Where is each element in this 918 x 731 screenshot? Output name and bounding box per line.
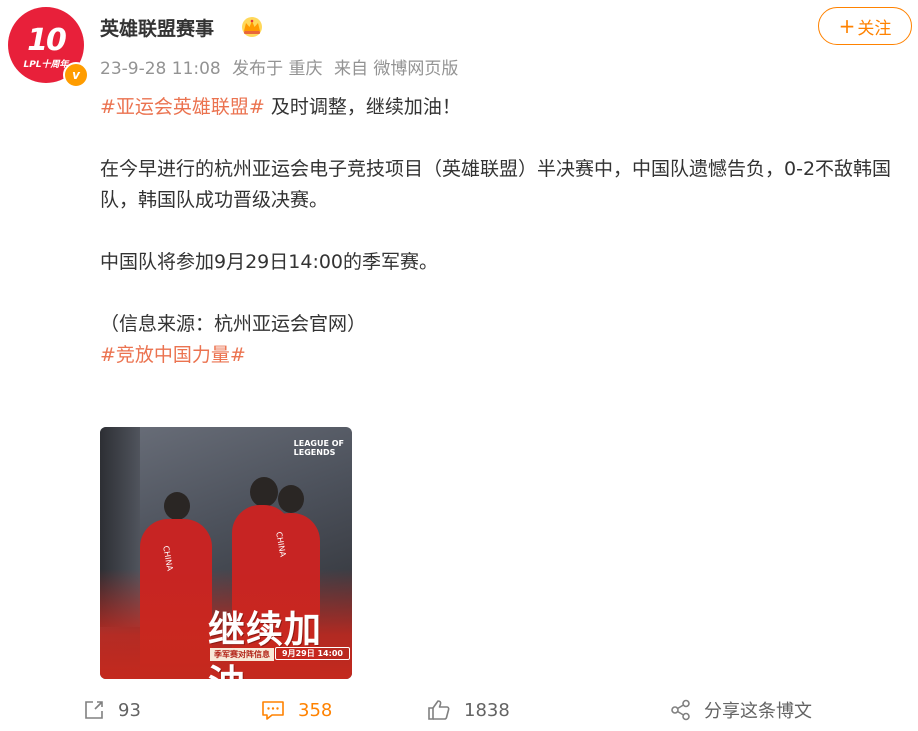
image-tag-left: 季军赛对阵信息 [210,648,274,661]
post-location: 发布于 重庆 [232,59,323,79]
hashtag-link[interactable]: #竞放中国力量# [100,344,246,366]
account-name[interactable]: 英雄联盟赛事 [100,14,214,41]
repost-button[interactable]: 93 [82,690,141,730]
post-image[interactable]: CHINA CHINA LEAGUE OF LEGENDS 继续加油 季军赛对阵… [100,427,352,679]
league-of-legends-logo: LEAGUE OF LEGENDS [294,439,344,457]
source-note: （信息来源：杭州亚运会官网） [100,313,367,335]
image-title: 继续加油 [208,608,322,679]
crown-icon[interactable] [239,16,265,38]
comment-icon [262,701,284,720]
verified-badge-icon: v [63,62,89,88]
player-head [278,485,304,513]
post-timestamp[interactable]: 23-9-28 11:08 [100,59,221,79]
share-icon [671,699,690,721]
image-tag-right: 9月29日 14:00 [275,647,350,660]
player-head [250,477,278,507]
avatar-logo-text: 10 [27,23,67,58]
share-post-button[interactable]: 分享这条博文 [670,690,812,730]
plus-icon: + [838,14,856,38]
logo-line: LEAGUE OF [293,439,344,448]
follow-button[interactable]: + 关注 [818,7,912,45]
repost-icon [85,701,103,719]
post-meta: 23-9-28 11:08 发布于 重庆 来自 微博网页版 [100,54,464,79]
repost-count: 93 [118,699,141,721]
follow-label: 关注 [857,18,892,39]
like-button[interactable]: 1838 [426,690,510,730]
comment-count: 358 [298,699,333,721]
action-toolbar: 93 358 1838 分享这条博文 [0,690,918,730]
share-post-label: 分享这条博文 [704,701,812,722]
post-source: 来自 微博网页版 [333,59,459,79]
post-headline: #亚运会英雄联盟# 及时调整，继续加油！ [100,92,910,123]
comment-button[interactable]: 358 [260,690,332,730]
post-paragraph: 中国队将参加9月29日14:00的季军赛。 [100,251,439,273]
headline-text: 及时调整，继续加油！ [264,96,461,118]
thumbs-up-icon [428,700,450,720]
like-count: 1838 [464,699,510,721]
logo-line: LEGENDS [293,448,336,457]
hashtag-link[interactable]: #亚运会英雄联盟# [100,96,265,118]
post-paragraph: 在今早进行的杭州亚运会电子竞技项目（英雄联盟）半决赛中，中国队遗憾告负，0-2不… [100,158,892,211]
player-head [164,492,190,520]
weibo-post: 10 LPL十周年 v 英雄联盟赛事 23-9-28 11:08 发布于 重庆 … [0,0,918,731]
post-text: #亚运会英雄联盟# 及时调整，继续加油！ 在今早进行的杭州亚运会电子竞技项目（英… [100,92,910,371]
